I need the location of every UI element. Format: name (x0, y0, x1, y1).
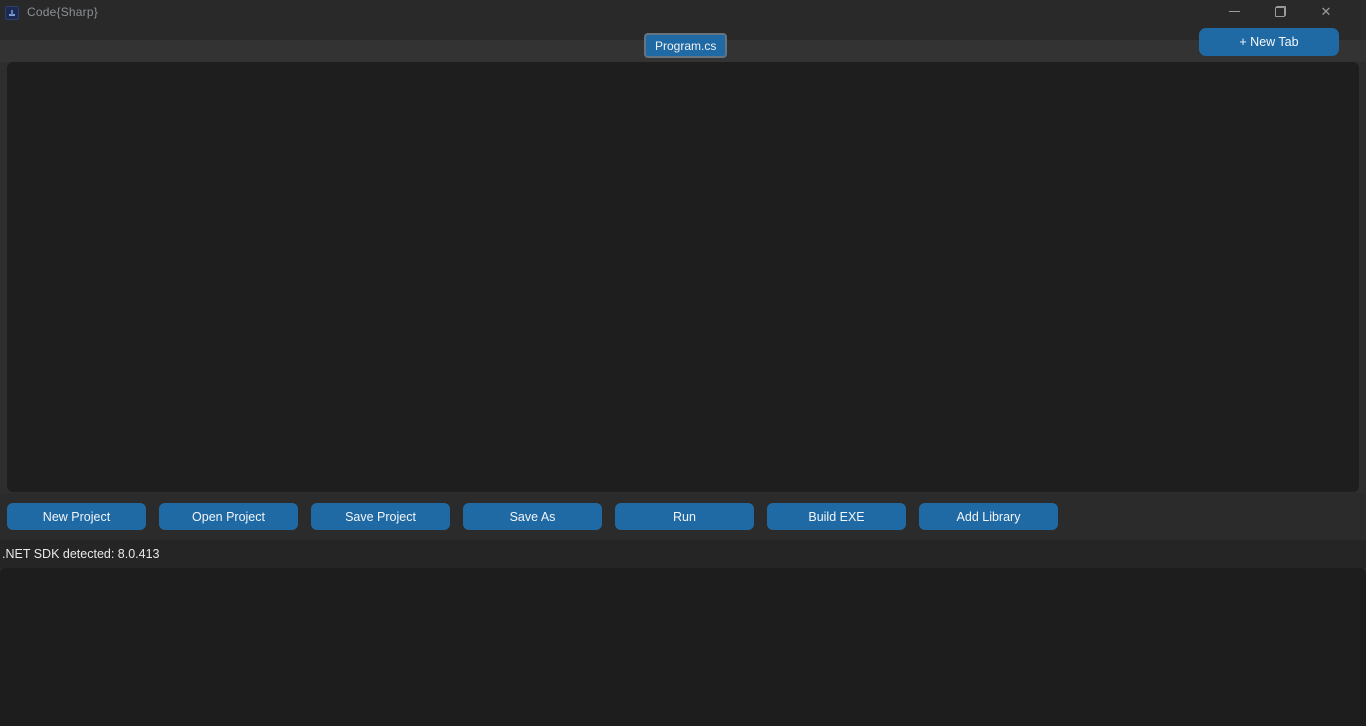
editor-area (0, 62, 1366, 493)
new-project-button[interactable]: New Project (7, 503, 146, 530)
restore-icon (1274, 5, 1286, 17)
new-tab-button[interactable]: + New Tab (1199, 28, 1339, 56)
close-button[interactable]: ✕ (1303, 0, 1349, 22)
minimize-button[interactable] (1211, 0, 1257, 22)
maximize-restore-button[interactable] (1257, 0, 1303, 22)
title-bar: Code{Sharp} (0, 0, 1366, 24)
save-project-button[interactable]: Save Project (311, 503, 450, 530)
build-exe-button[interactable]: Build EXE (767, 503, 906, 530)
app-icon (5, 5, 19, 20)
window-controls: ✕ (1211, 0, 1366, 22)
output-console[interactable] (0, 568, 1366, 726)
toolbar: New Project Open Project Save Project Sa… (0, 493, 1366, 540)
sdk-status-text: .NET SDK detected: 8.0.413 (2, 547, 160, 561)
header: Code{Sharp} ✕ Program.cs + New Tab (0, 0, 1366, 62)
add-library-button[interactable]: Add Library (919, 503, 1058, 530)
status-bar: .NET SDK detected: 8.0.413 (0, 540, 1366, 568)
close-icon: ✕ (1320, 3, 1332, 19)
code-editor[interactable] (7, 62, 1359, 492)
window-title: Code{Sharp} (27, 5, 98, 19)
tab-program-cs[interactable]: Program.cs (644, 33, 728, 58)
open-project-button[interactable]: Open Project (159, 503, 298, 530)
save-as-button[interactable]: Save As (463, 503, 602, 530)
minimize-icon (1228, 10, 1240, 12)
run-button[interactable]: Run (615, 503, 754, 530)
